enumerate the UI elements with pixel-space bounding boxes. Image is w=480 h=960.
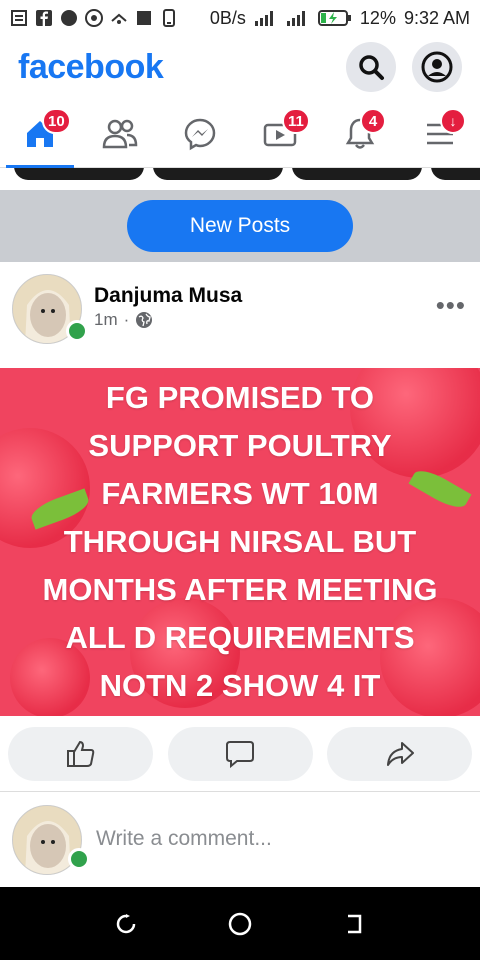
notifications-badge: 4 xyxy=(360,108,386,134)
profile-icon xyxy=(421,51,453,83)
story-card[interactable] xyxy=(431,168,480,180)
tab-watch[interactable]: 11 xyxy=(240,100,320,167)
chrome-icon xyxy=(85,9,103,27)
story-card[interactable] xyxy=(292,168,422,180)
app-header: facebook xyxy=(0,36,480,98)
recents-icon[interactable] xyxy=(114,912,138,936)
search-button[interactable] xyxy=(346,42,396,92)
friends-icon xyxy=(102,119,138,148)
share-button[interactable] xyxy=(327,726,472,781)
thumbs-up-icon xyxy=(66,740,94,767)
stories-strip[interactable] xyxy=(0,168,480,190)
post-more-button[interactable]: ••• xyxy=(436,290,466,321)
author-name[interactable]: Danjuma Musa xyxy=(94,284,242,308)
story-card[interactable] xyxy=(14,168,144,180)
post-line: THROUGH NIRSAL BUT xyxy=(63,524,417,559)
facebook-logo[interactable]: facebook xyxy=(18,48,164,87)
search-icon xyxy=(359,55,384,80)
post-line: FG PROMISED TO xyxy=(105,380,375,415)
usb-icon xyxy=(111,13,127,24)
battery-percent: 12% xyxy=(359,7,396,28)
circle-app-icon xyxy=(61,10,77,26)
network-speed: 0B/s xyxy=(209,7,246,28)
phone-icon xyxy=(163,9,175,27)
like-button[interactable] xyxy=(8,726,153,781)
post-line: SUPPORT POULTRY xyxy=(88,428,392,463)
globe-icon xyxy=(136,312,153,328)
tab-friends[interactable] xyxy=(80,100,160,167)
tab-home[interactable]: 10 xyxy=(0,100,80,168)
notes-icon xyxy=(11,10,27,26)
post-meta: 1m · xyxy=(94,310,153,330)
share-icon xyxy=(386,741,414,766)
comment-button[interactable] xyxy=(167,726,313,781)
clock: 9:32 AM xyxy=(403,7,470,28)
facebook-notification-icon xyxy=(36,10,52,26)
post-content[interactable]: FG PROMISED TO SUPPORT POULTRY FARMERS W… xyxy=(0,368,480,716)
online-indicator xyxy=(66,320,88,342)
back-icon[interactable] xyxy=(342,912,366,936)
post-line: NOTN 2 SHOW 4 IT xyxy=(99,668,381,703)
post-line: FARMERS WT 10M xyxy=(101,476,379,511)
square-app-icon xyxy=(137,11,151,25)
new-posts-band: New Posts xyxy=(0,190,480,262)
meta-separator: · xyxy=(123,310,130,329)
tab-notifications[interactable]: 4 xyxy=(320,100,400,167)
home-badge: 10 xyxy=(42,108,71,134)
comment-input[interactable]: Write a comment... xyxy=(96,827,272,851)
post-text: FG PROMISED TO SUPPORT POULTRY FARMERS W… xyxy=(25,368,456,716)
profile-button[interactable] xyxy=(412,42,462,92)
menu-badge: ↓ xyxy=(440,108,466,134)
signal-2-icon xyxy=(286,11,305,26)
battery-charging-icon xyxy=(317,10,351,26)
new-posts-button[interactable]: New Posts xyxy=(127,200,353,252)
system-navigation-bar xyxy=(0,887,480,960)
post-line: MONTHS AFTER MEETING xyxy=(42,572,438,607)
online-indicator xyxy=(68,848,90,870)
watch-badge: 11 xyxy=(282,108,310,134)
messenger-icon xyxy=(184,118,216,150)
post-time[interactable]: 1m xyxy=(94,310,118,330)
signal-icon xyxy=(254,11,273,26)
post-line: ALL D REQUIREMENTS xyxy=(65,620,415,655)
tab-menu[interactable]: ↓ xyxy=(400,100,480,167)
story-card[interactable] xyxy=(153,168,283,180)
comment-row: Write a comment... xyxy=(0,793,480,887)
status-bar: 0B/s 12% 9:32 AM xyxy=(0,0,480,36)
tab-messenger[interactable] xyxy=(160,100,240,167)
post-actions xyxy=(0,716,480,792)
post-header: Danjuma Musa 1m · ••• xyxy=(0,262,480,368)
home-nav-icon[interactable] xyxy=(227,911,253,937)
comment-icon xyxy=(226,740,254,768)
nav-tabs: 10 11 4 ↓ xyxy=(0,100,480,168)
